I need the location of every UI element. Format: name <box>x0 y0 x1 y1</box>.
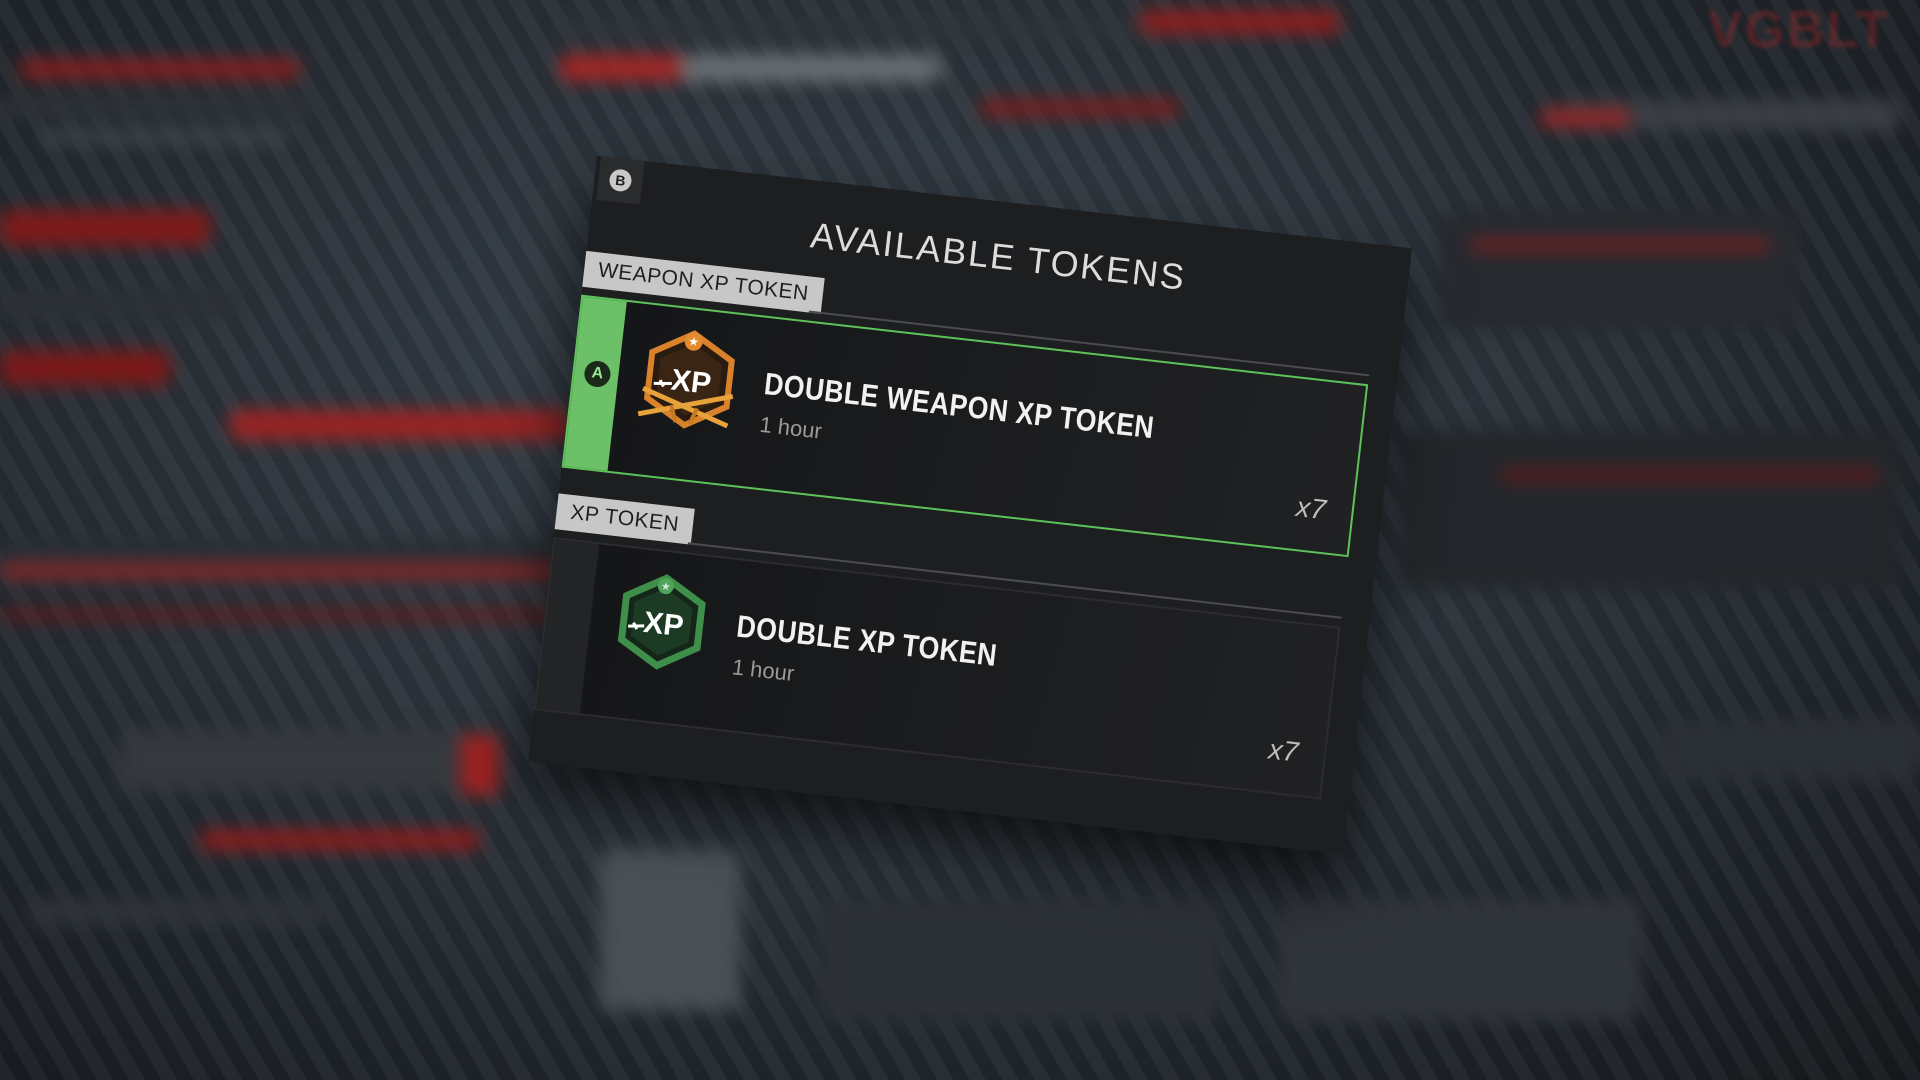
section-label: XP TOKEN <box>554 493 695 545</box>
svg-text:★: ★ <box>688 334 700 349</box>
watermark: VGBLT <box>1707 1 1890 59</box>
token-duration: 1 hour <box>758 411 824 444</box>
svg-text:XP: XP <box>669 363 713 400</box>
available-tokens-panel: B AVAILABLE TOKENS WEAPON XP TOKEN A ★ X… <box>528 155 1412 855</box>
double-xp-icon: ★ XP <box>601 564 723 686</box>
token-quantity: x7 <box>1294 491 1328 526</box>
token-quantity: x7 <box>1266 733 1300 768</box>
svg-text:XP: XP <box>642 606 686 643</box>
b-button-icon: B <box>608 168 633 193</box>
svg-text:★: ★ <box>660 580 671 594</box>
token-duration: 1 hour <box>730 654 796 687</box>
double-weapon-xp-icon: ★ XP <box>628 322 750 444</box>
